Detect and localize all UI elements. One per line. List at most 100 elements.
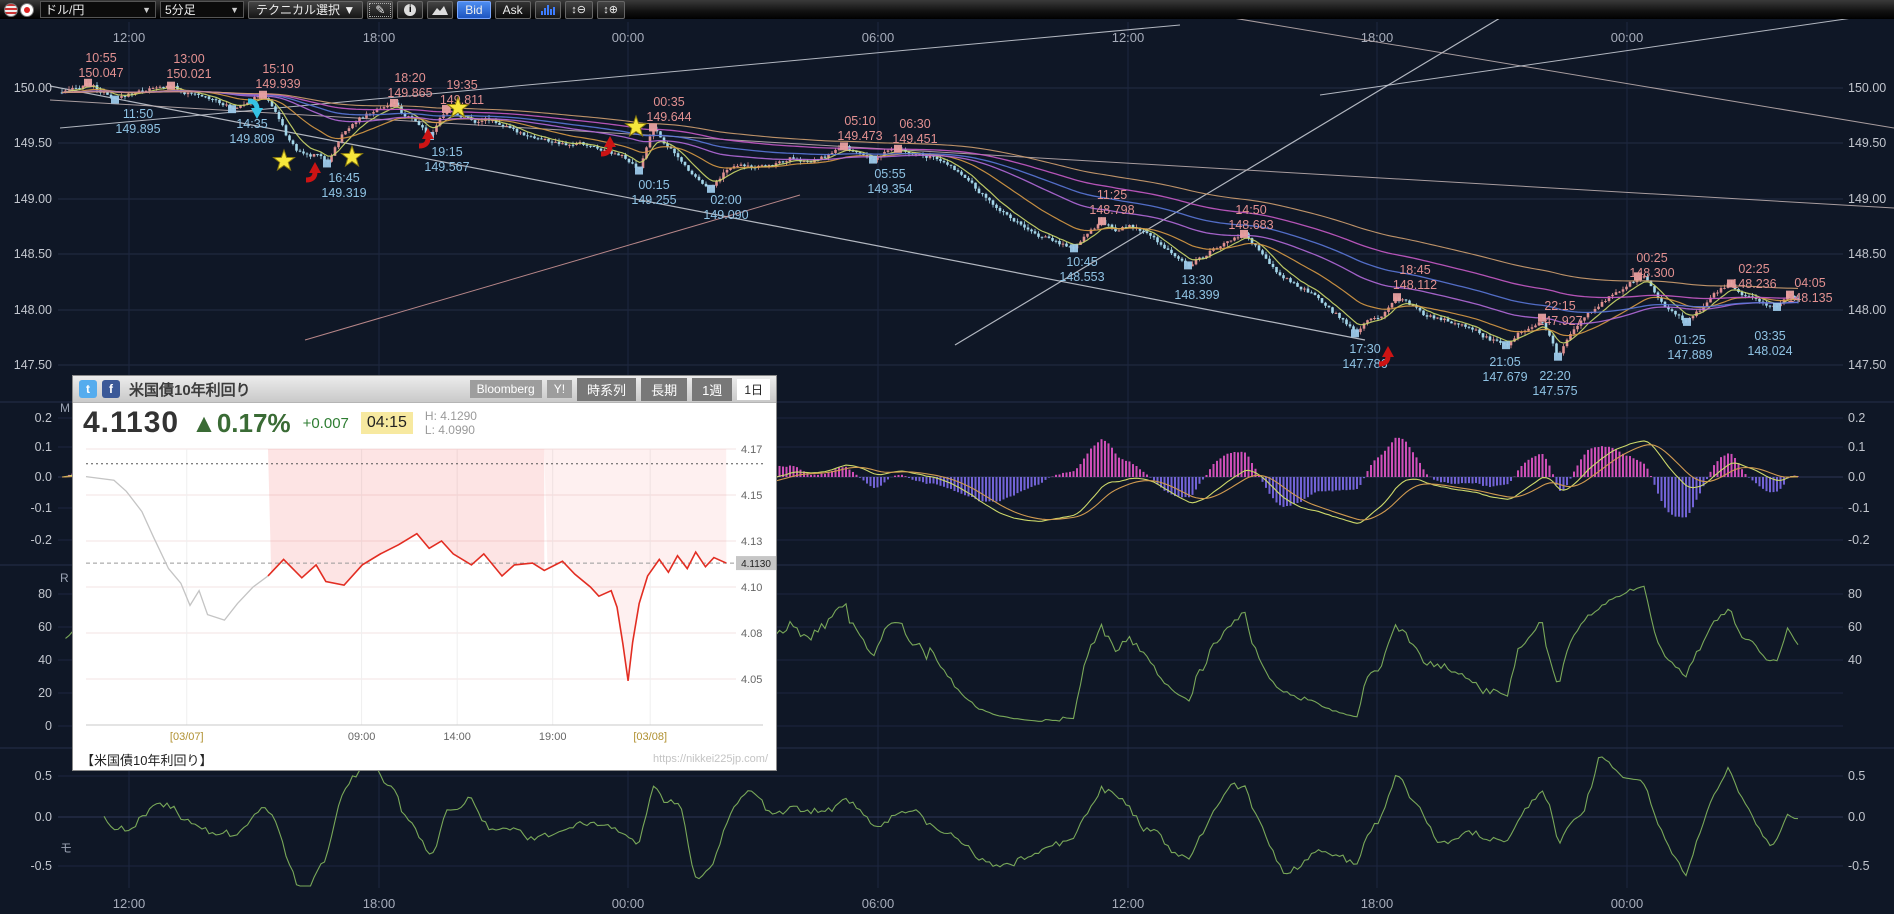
swing-low-marker <box>1184 261 1192 269</box>
price-axis-label-right: 149.50 <box>1848 136 1886 150</box>
candle-body <box>530 136 533 137</box>
candle-body <box>204 96 207 97</box>
candle-body <box>1055 241 1058 242</box>
swing-high-time: 10:55 <box>85 51 116 65</box>
candle-body <box>1426 315 1429 317</box>
draw-pencil-button[interactable]: ✎ <box>367 1 393 19</box>
swing-high-price: 147.927 <box>1537 314 1582 328</box>
us10y-popup[interactable]: t f 米国債10年利回り BloombergY!時系列長期1週1日 4.113… <box>72 375 777 771</box>
candle-body <box>1632 282 1635 283</box>
rsi-axis-right: 40 <box>1848 653 1862 667</box>
ask-button[interactable]: Ask <box>495 1 531 19</box>
candle-body <box>834 150 837 153</box>
pair-select[interactable]: ドル/円 ▼ <box>40 1 156 18</box>
zoom-in-button[interactable]: ↕⊕ <box>597 1 625 19</box>
candle-body <box>1034 231 1037 233</box>
swing-high-time: 00:25 <box>1636 251 1667 265</box>
swing-high-time: 11:25 <box>1097 188 1127 202</box>
candle-body <box>1289 278 1292 282</box>
candle-body <box>292 140 295 144</box>
popup-tab-1日[interactable]: 1日 <box>737 379 770 400</box>
candle-body <box>355 122 358 124</box>
candle-body <box>222 103 225 105</box>
candle-body <box>1391 303 1394 308</box>
swing-low-price: 148.024 <box>1747 344 1792 358</box>
candle-body <box>1716 293 1719 294</box>
technical-select-button[interactable]: テクニカル選択 ▼ <box>248 1 363 19</box>
candle-body <box>1062 244 1065 245</box>
candle-body <box>1275 267 1278 272</box>
swing-high-marker <box>390 99 398 107</box>
candle-body <box>215 99 218 100</box>
timeframe-select[interactable]: 5分足 ▼ <box>160 1 244 18</box>
zoom-in-icon: ↕⊕ <box>603 3 618 16</box>
swing-low-time: 03:35 <box>1754 329 1785 343</box>
candle-body <box>1314 293 1317 295</box>
candle-body <box>533 136 536 138</box>
swing-high-time: 14:50 <box>1235 203 1266 217</box>
price-axis-label-right: 147.50 <box>1848 358 1886 372</box>
twitter-icon[interactable]: t <box>79 380 97 398</box>
candle-body <box>159 87 162 88</box>
japan-flag-icon <box>20 3 34 17</box>
swing-low-time: 11:50 <box>123 107 153 121</box>
candle-body <box>1065 244 1068 247</box>
chart-style-button[interactable] <box>427 1 453 19</box>
swing-high-marker <box>649 123 657 131</box>
bid-button[interactable]: Bid <box>457 1 490 19</box>
candle-body <box>831 153 834 154</box>
candle-body <box>740 165 743 166</box>
candle-body <box>1552 336 1555 344</box>
candle-body <box>201 95 204 96</box>
popup-footer-url[interactable]: https://nikkei225jp.com/ <box>653 753 768 765</box>
pencil-icon: ✎ <box>375 3 385 17</box>
candle-body <box>1268 259 1271 264</box>
candle-body <box>544 139 547 140</box>
candle-body <box>1373 318 1376 319</box>
price-axis-label-left: 149.00 <box>14 192 52 206</box>
us10y-chart: 4.174.154.134.104.084.05[03/07]09:0014:0… <box>73 443 776 748</box>
candle-body <box>1303 289 1306 290</box>
time-axis-label-top: 12:00 <box>113 30 146 45</box>
swing-high-price: 148.300 <box>1629 266 1674 280</box>
candle-body <box>1401 299 1404 300</box>
candle-body <box>68 89 71 90</box>
candle-body <box>516 129 519 133</box>
popup-tab-長期[interactable]: 長期 <box>641 378 687 401</box>
candle-body <box>1573 329 1576 334</box>
candle-body <box>1678 314 1681 315</box>
popup-tab-Bloomberg[interactable]: Bloomberg <box>470 380 542 398</box>
macd-axis-right: -0.2 <box>1848 533 1870 547</box>
volume-chart-button[interactable] <box>535 1 561 19</box>
popup-footer: 【米国債10年利回り】 https://nikkei225jp.com/ <box>73 748 776 770</box>
popup-tab-Y![interactable]: Y! <box>547 380 572 398</box>
swing-high-time: 00:35 <box>653 95 684 109</box>
candle-body <box>659 131 662 137</box>
candle-body <box>1345 320 1348 325</box>
candle-body <box>372 112 375 114</box>
candle-body <box>1030 230 1033 232</box>
candle-body <box>568 145 571 146</box>
candle-body <box>1384 312 1387 317</box>
macd-axis-left: -0.2 <box>30 533 52 547</box>
candle-body <box>1093 229 1096 230</box>
swing-high-time: 19:35 <box>446 78 477 92</box>
popup-tab-時系列[interactable]: 時系列 <box>577 378 636 401</box>
zoom-out-button[interactable]: ↕⊖ <box>565 1 593 19</box>
candle-body <box>1027 228 1030 230</box>
trading-app: ドル/円 ▼ 5分足 ▼ テクニカル選択 ▼ ✎ i Bid Ask ↕⊖ ↕⊕… <box>0 0 1894 914</box>
swing-low-price: 149.090 <box>703 208 748 222</box>
candle-body <box>694 174 697 177</box>
swing-high-marker <box>840 142 848 150</box>
time-axis-label-top: 00:00 <box>612 30 645 45</box>
facebook-icon[interactable]: f <box>102 380 120 398</box>
time-axis-label-bottom: 18:00 <box>1361 896 1394 911</box>
popup-tab-1週[interactable]: 1週 <box>692 378 732 401</box>
candle-body <box>1699 311 1702 312</box>
candle-body <box>1009 215 1012 219</box>
info-button[interactable]: i <box>397 1 423 19</box>
candle-body <box>295 144 298 151</box>
candle-body <box>684 162 687 165</box>
candle-body <box>1447 319 1450 322</box>
candle-body <box>673 149 676 154</box>
